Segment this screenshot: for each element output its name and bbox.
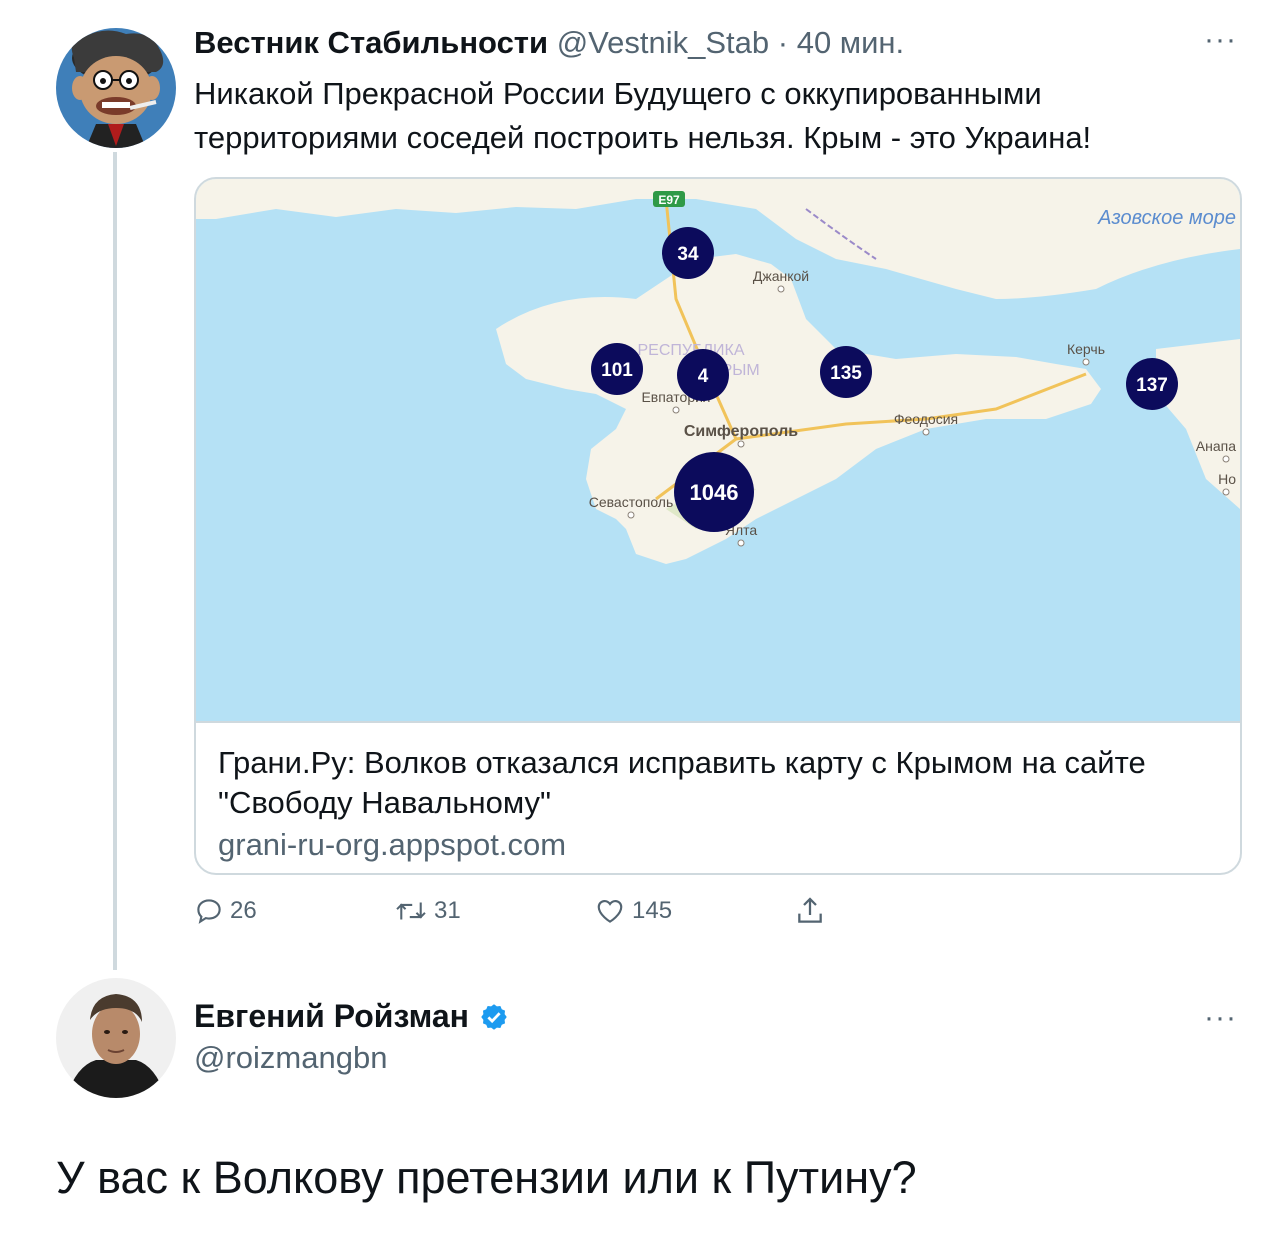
reply-count: 26 (230, 897, 257, 924)
thread-connector-line (113, 152, 117, 970)
share-icon (798, 897, 822, 923)
city-label: Симферополь (684, 423, 798, 440)
city-dot (672, 406, 680, 414)
city-dot (922, 428, 930, 436)
card-footer: Грани.Ру: Волков отказался исправить кар… (196, 721, 1240, 873)
reply-author-avatar[interactable] (56, 978, 176, 1098)
reply-author-name[interactable]: Евгений Ройзман (194, 998, 469, 1035)
city-label: Севастополь (589, 494, 674, 510)
reply-more-options-button[interactable]: ··· (1204, 1003, 1237, 1033)
city-label: Джанкой (753, 268, 809, 284)
more-options-button[interactable]: ··· (1204, 25, 1237, 55)
author-name[interactable]: Вестник Стабильности (194, 25, 548, 60)
city-label: Керчь (1067, 341, 1105, 357)
sea-label: Азовское море (1097, 207, 1236, 229)
cluster-count: 34 (677, 244, 699, 265)
tweet-text: Никакой Прекрасной России Будущего с окк… (194, 76, 1092, 155)
author-handle[interactable]: @Vestnik_Stab (557, 25, 769, 60)
tweet-header: Вестник Стабильности @Vestnik_Stab · 40 … (194, 24, 904, 62)
cluster-count: 135 (830, 363, 862, 384)
city-label: Анапа (1196, 438, 1236, 454)
city-dot (627, 511, 635, 519)
city-dot (737, 539, 745, 547)
cluster-count: 101 (601, 360, 633, 381)
retweet-action[interactable]: 31 (394, 894, 461, 928)
reply-icon (197, 899, 221, 924)
map-preview-image: E97 Азовское море РЕСПУБЛИКА КРЫМ Джанко… (196, 179, 1240, 721)
reply-action[interactable]: 26 (194, 894, 257, 928)
city-dot (777, 285, 785, 293)
reply-text: У вас к Волкову претензии или к Путину? (56, 1152, 917, 1203)
city-dot (1082, 358, 1090, 366)
dot-separator: · (777, 25, 789, 60)
city-label: Феодосия (894, 411, 958, 427)
like-count: 145 (632, 897, 673, 924)
city-dot (1222, 455, 1230, 463)
cluster-count: 1046 (690, 480, 739, 505)
cluster-count: 137 (1136, 375, 1168, 396)
link-preview-card[interactable]: E97 Азовское море РЕСПУБЛИКА КРЫМ Джанко… (194, 177, 1242, 875)
verified-badge-icon (481, 1003, 507, 1030)
city-dot (737, 440, 745, 448)
share-action[interactable] (794, 894, 826, 928)
retweet-count: 31 (434, 897, 461, 924)
retweet-icon (396, 902, 426, 920)
reply-author-name-row: Евгений Ройзман (194, 998, 509, 1035)
tweet-time[interactable]: 40 мин. (797, 25, 904, 60)
cluster-count: 4 (698, 366, 709, 387)
road-label: E97 (658, 193, 680, 207)
caricature-avatar-image (56, 28, 176, 148)
heart-icon (597, 899, 623, 923)
card-domain: grani-ru-org.appspot.com (218, 827, 567, 862)
author-avatar[interactable] (56, 28, 176, 148)
card-title: Грани.Ру: Волков отказался исправить кар… (218, 745, 1146, 820)
city-dot (1222, 488, 1230, 496)
profile-photo-image (56, 978, 176, 1098)
city-label: Ho (1218, 471, 1236, 487)
like-action[interactable]: 145 (594, 894, 672, 928)
reply-author-handle[interactable]: @roizmangbn (194, 1040, 387, 1076)
